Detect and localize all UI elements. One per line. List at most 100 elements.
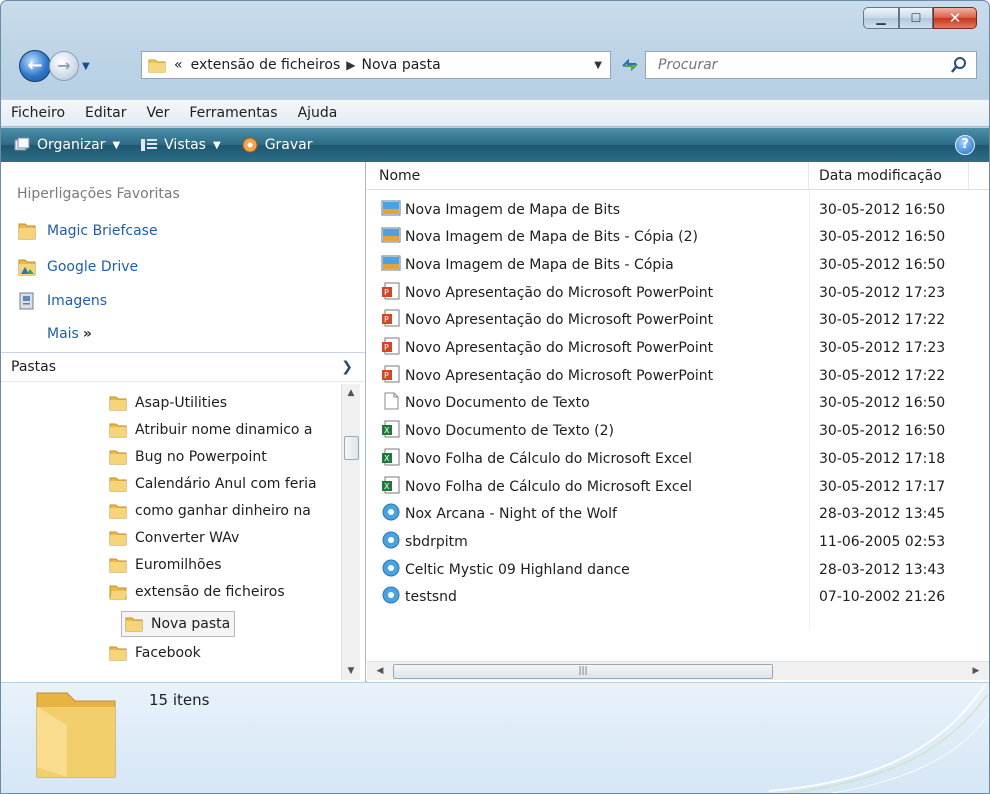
tree-folder[interactable]: Facebook <box>109 640 201 666</box>
folders-header[interactable]: Pastas ❯ <box>1 352 365 382</box>
menu-help[interactable]: Ajuda <box>298 105 338 121</box>
search-box[interactable] <box>645 51 977 79</box>
column-header-date[interactable]: Data modificação <box>809 162 969 189</box>
burn-button[interactable]: Gravar <box>241 136 313 154</box>
refresh-button[interactable] <box>617 53 643 77</box>
chevron-down-icon: ▼ <box>212 139 221 151</box>
search-input[interactable] <box>658 57 958 73</box>
menu-tools[interactable]: Ferramentas <box>189 105 277 121</box>
scroll-down-icon[interactable]: ▼ <box>342 662 360 680</box>
organize-button[interactable]: Organizar ▼ <box>13 137 120 153</box>
file-name-cell[interactable]: P Novo Apresentação do Microsoft PowerPoi… <box>381 282 713 304</box>
file-name-cell[interactable]: Nova Imagem de Mapa de Bits - Cópia (2) <box>381 226 698 248</box>
file-name-cell[interactable]: sbdrpitm <box>381 531 468 553</box>
favorite-images[interactable]: Imagens <box>17 292 107 310</box>
more-label: Mais <box>47 326 79 342</box>
file-name: Novo Documento de Texto <box>405 395 590 412</box>
tree-scrollbar[interactable]: ▲ ▼ <box>341 384 360 680</box>
powerpoint-icon: P <box>381 309 401 331</box>
file-name-cell[interactable]: X Novo Documento de Texto (2) <box>381 420 614 442</box>
address-dropdown-icon[interactable]: ▼ <box>594 60 602 71</box>
chevron-down-icon[interactable]: ❯ <box>341 359 353 375</box>
scroll-right-icon[interactable]: ▶ <box>967 662 985 680</box>
svg-text:P: P <box>384 315 389 324</box>
large-folder-icon <box>36 692 116 778</box>
decorative-swoosh <box>768 684 989 793</box>
tree-folder-label: Facebook <box>135 645 201 661</box>
horizontal-scrollbar[interactable]: ◀ ||| ▶ <box>367 661 989 680</box>
menu-file[interactable]: Ficheiro <box>11 105 65 121</box>
tree-folder-label: como ganhar dinheiro na <box>135 503 311 519</box>
forward-arrow-icon: → <box>57 56 71 75</box>
file-name-cell[interactable]: P Novo Apresentação do Microsoft PowerPoi… <box>381 365 713 387</box>
file-date: 30-05-2012 17:18 <box>819 450 946 467</box>
audio-icon <box>381 503 401 525</box>
tree-folder-label: extensão de ficheiros <box>135 584 285 600</box>
tree-folder[interactable]: Atribuir nome dinamico a <box>109 417 313 443</box>
scroll-left-icon[interactable]: ◀ <box>371 662 389 680</box>
file-name: Novo Apresentação do Microsoft PowerPoin… <box>405 340 714 356</box>
close-button[interactable]: ✕ <box>933 7 977 29</box>
tree-folder[interactable]: Euromilhões <box>109 552 222 578</box>
tree-folder[interactable]: Bug no Powerpoint <box>109 444 267 470</box>
recent-crumbs-glyph[interactable]: « <box>174 57 183 73</box>
file-name-cell[interactable]: testsnd <box>381 586 457 608</box>
tree-folder[interactable]: extensão de ficheiros <box>109 579 285 605</box>
file-name-cell[interactable]: Nova Imagem de Mapa de Bits - Cópia <box>381 254 674 276</box>
tree-folder[interactable]: Asap-Utilities <box>109 390 227 416</box>
address-bar[interactable]: « extensão de ficheiros ▶ Nova pasta ▼ <box>141 51 611 79</box>
folder-icon <box>109 504 127 519</box>
details-pane: 15 itens <box>1 683 989 793</box>
file-name-cell[interactable]: P Novo Apresentação do Microsoft PowerPoi… <box>381 337 713 359</box>
file-name: Novo Apresentação do Microsoft PowerPoin… <box>405 312 714 329</box>
folder-icon <box>109 423 127 438</box>
file-name-cell[interactable]: Nox Arcana - Night of the Wolf <box>381 503 617 525</box>
maximize-button[interactable]: ☐ <box>899 7 933 29</box>
organize-label: Organizar <box>37 137 106 153</box>
tree-folder[interactable]: Calendário Anul com feria <box>109 471 317 497</box>
views-button[interactable]: Vistas ▼ <box>140 137 221 153</box>
breadcrumb-current[interactable]: Nova pasta <box>361 57 440 73</box>
file-name: Nova Imagem de Mapa de Bits - Cópia (2) <box>405 229 698 246</box>
column-header-name[interactable]: Nome <box>367 162 809 189</box>
breadcrumb-parent[interactable]: extensão de ficheiros <box>191 57 341 73</box>
file-name-cell[interactable]: P Novo Apresentação do Microsoft PowerPoi… <box>381 309 713 331</box>
minimize-button[interactable]: ▁ <box>863 7 899 29</box>
scroll-thumb[interactable] <box>344 436 359 460</box>
back-button[interactable]: ← <box>19 50 51 82</box>
item-count: 15 itens <box>149 691 210 709</box>
menu-edit[interactable]: Editar <box>85 105 126 121</box>
file-name: Novo Folha de Cálculo do Microsoft Excel <box>405 450 693 467</box>
tree-folder-label: Bug no Powerpoint <box>135 449 267 465</box>
forward-button[interactable]: → <box>49 51 79 81</box>
menu-view[interactable]: Ver <box>146 105 169 121</box>
file-name-cell[interactable]: X Novo Folha de Cálculo do Microsoft Exce… <box>381 476 692 498</box>
maximize-icon: ☐ <box>910 11 922 25</box>
more-link[interactable]: Mais» <box>47 326 92 342</box>
search-icon[interactable] <box>950 56 968 74</box>
file-name-cell[interactable]: X Novo Folha de Cálculo do Microsoft Exce… <box>381 448 692 470</box>
file-name-cell[interactable]: Celtic Mystic 09 Highland dance <box>381 559 630 581</box>
folder-icon <box>148 59 166 73</box>
file-name: Novo Apresentação do Microsoft PowerPoin… <box>405 367 714 384</box>
favorite-google-drive[interactable]: Google Drive <box>17 258 138 276</box>
help-button[interactable]: ? <box>955 135 975 155</box>
views-label: Vistas <box>164 137 206 153</box>
file-name-cell[interactable]: Novo Documento de Texto <box>381 392 590 414</box>
favorite-magic-briefcase[interactable]: Magic Briefcase <box>17 222 158 240</box>
favorites-header: Hiperligações Favoritas <box>17 186 180 202</box>
breadcrumb-separator-icon[interactable]: ▶ <box>346 58 355 72</box>
svg-text:X: X <box>384 426 390 435</box>
navigation-pane: Hiperligações Favoritas Magic Briefcase … <box>1 162 366 682</box>
tree-folder-selected[interactable]: Nova pasta <box>121 611 236 637</box>
scroll-up-icon[interactable]: ▲ <box>342 384 360 402</box>
tree-folder[interactable]: Converter WAv <box>109 525 239 551</box>
recent-pages-dropdown[interactable]: ▼ <box>82 61 90 72</box>
favorite-label: Magic Briefcase <box>47 223 158 239</box>
tree-folder[interactable]: como ganhar dinheiro na <box>109 498 311 524</box>
file-date: 30-05-2012 17:23 <box>819 284 946 301</box>
folders-label: Pastas <box>11 359 57 375</box>
file-date: 07-10-2002 21:26 <box>819 589 946 606</box>
file-name-cell[interactable]: Nova Imagem de Mapa de Bits <box>381 199 620 221</box>
scroll-thumb[interactable]: ||| <box>393 664 773 679</box>
